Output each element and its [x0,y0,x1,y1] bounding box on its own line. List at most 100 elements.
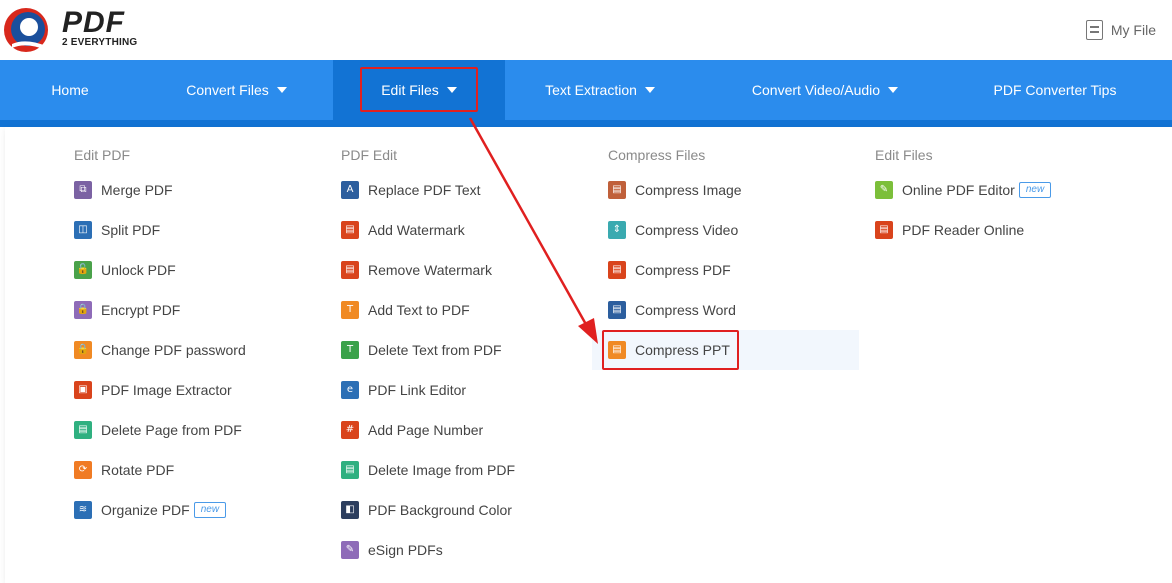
merge-icon: ⧉ [74,181,92,199]
unlock-icon: 🔓 [74,261,92,279]
nav-home-label: Home [51,82,89,98]
menu-item-label: Rotate PDF [101,462,175,478]
menu-item-compress-word[interactable]: ▤ Compress Word [608,290,868,330]
menu-item-compress-image[interactable]: ▤ Compress Image [608,170,868,210]
menu-item-rotate-pdf[interactable]: ⟳ Rotate PDF [74,450,334,490]
menu-item-label: Add Watermark [368,222,465,238]
background-color-icon: ◧ [341,501,359,519]
menu-item-pdf-link-editor[interactable]: e PDF Link Editor [341,370,601,410]
menu-item-label: Online PDF Editor [902,182,1015,198]
menu-item-compress-video[interactable]: ⇕ Compress Video [608,210,868,250]
menu-item-label: PDF Link Editor [368,382,467,398]
menu-item-label: Encrypt PDF [101,302,181,318]
menu-item-add-page-number[interactable]: # Add Page Number [341,410,601,450]
menu-item-organize-pdf[interactable]: ≋ Organize PDF new [74,490,334,530]
delete-image-icon: ▤ [341,461,359,479]
delete-page-icon: ▤ [74,421,92,439]
rotate-icon: ⟳ [74,461,92,479]
menu-item-encrypt-pdf[interactable]: 🔒 Encrypt PDF [74,290,334,330]
menu-item-label: eSign PDFs [368,542,443,558]
nav-text-extraction-label: Text Extraction [545,82,637,98]
menu-item-label: Compress Video [635,222,739,238]
key-lock-icon: 🔒 [74,341,92,359]
chevron-down-icon [276,87,287,93]
menu-item-label: Organize PDF [101,502,190,518]
menu-item-delete-text-from-pdf[interactable]: T Delete Text from PDF [341,330,601,370]
menu-column-title: Compress Files [608,147,706,163]
menu-item-label: Compress Image [635,182,742,198]
compress-word-icon: ▤ [608,301,626,319]
nav-pdf-converter-tips-label: PDF Converter Tips [993,82,1117,98]
nav-text-extraction[interactable]: Text Extraction [505,60,695,120]
nav-convert-video-audio[interactable]: Convert Video/Audio [695,60,955,120]
logo-text: PDF [62,6,125,39]
logo-subtitle: 2 EVERYTHING [62,37,138,48]
menu-item-online-pdf-editor[interactable]: ✎ Online PDF Editor new [875,170,1135,210]
nav-convert-files[interactable]: Convert Files [140,60,333,120]
menu-item-pdf-background-color[interactable]: ◧ PDF Background Color [341,490,601,530]
menu-item-label: Replace PDF Text [368,182,481,198]
nav-pdf-converter-tips[interactable]: PDF Converter Tips [955,60,1155,120]
document-icon [1085,20,1103,40]
nav-convert-files-label: Convert Files [186,82,269,98]
menu-item-label: Remove Watermark [368,262,492,278]
delete-text-icon: T [341,341,359,359]
new-badge: new [1018,182,1052,198]
menu-item-pdf-image-extractor[interactable]: ▣ PDF Image Extractor [74,370,334,410]
menu-item-label: PDF Background Color [368,502,512,518]
menu-item-label: PDF Reader Online [902,222,1025,238]
menu-item-remove-watermark[interactable]: ▤ Remove Watermark [341,250,601,290]
chevron-down-icon [888,87,899,93]
menu-item-add-text-to-pdf[interactable]: T Add Text to PDF [341,290,601,330]
top-header: PDF 2 EVERYTHING My File [0,0,1172,60]
menu-item-delete-page-from-pdf[interactable]: ▤ Delete Page from PDF [74,410,334,450]
menu-column-title: Edit Files [875,147,933,163]
page-number-icon: # [341,421,359,439]
nav-home[interactable]: Home [0,60,140,120]
compress-image-icon: ▤ [608,181,626,199]
menu-item-pdf-reader-online[interactable]: ▤ PDF Reader Online [875,210,1135,250]
replace-text-icon: A [341,181,359,199]
nav-edit-files[interactable]: Edit Files [333,60,505,120]
lock-icon: 🔒 [74,301,92,319]
menu-item-label: Compress PDF [635,262,731,278]
menu-item-label: Split PDF [101,222,161,238]
menu-item-label: Add Page Number [368,422,484,438]
menu-item-compress-ppt[interactable]: ▤ Compress PPT [592,330,859,370]
layers-icon: ≋ [74,501,92,519]
menu-item-merge-pdf[interactable]: ⧉ Merge PDF [74,170,334,210]
menu-item-compress-pdf[interactable]: ▤ Compress PDF [608,250,868,290]
link-icon: e [341,381,359,399]
remove-watermark-icon: ▤ [341,261,359,279]
menu-item-label: Merge PDF [101,182,173,198]
my-file-link[interactable]: My File [1085,20,1156,40]
edit-files-dropdown: Edit PDF ⧉ Merge PDF ◫ Split PDF 🔓 Unlock PDF 🔒… [5,127,1172,583]
menu-item-change-pdf-password[interactable]: 🔒 Change PDF password [74,330,334,370]
new-badge: new [193,502,227,518]
chevron-down-icon [644,87,655,93]
site-logo[interactable]: PDF 2 EVERYTHING [2,4,142,56]
menu-item-delete-image-from-pdf[interactable]: ▤ Delete Image from PDF [341,450,601,490]
menu-item-label: Delete Page from PDF [101,422,242,438]
logo-mark-icon [4,8,48,52]
my-file-label: My File [1110,22,1156,38]
split-icon: ◫ [74,221,92,239]
main-nav: Home Convert Files Edit Files Text Extra… [0,60,1172,120]
online-editor-icon: ✎ [875,181,893,199]
menu-item-add-watermark[interactable]: ▤ Add Watermark [341,210,601,250]
menu-item-label: Unlock PDF [101,262,176,278]
menu-item-label: PDF Image Extractor [101,382,232,398]
chevron-down-icon [446,87,457,93]
add-text-icon: T [341,301,359,319]
menu-item-label: Change PDF password [101,342,246,358]
reader-icon: ▤ [875,221,893,239]
nav-convert-video-audio-label: Convert Video/Audio [751,82,881,98]
compress-pdf-icon: ▤ [608,261,626,279]
menu-item-esign-pdfs[interactable]: ✎ eSign PDFs [341,530,601,570]
menu-item-label: Compress PPT [635,342,730,358]
menu-item-unlock-pdf[interactable]: 🔓 Unlock PDF [74,250,334,290]
menu-item-label: Compress Word [635,302,736,318]
menu-item-replace-pdf-text[interactable]: A Replace PDF Text [341,170,601,210]
menu-item-split-pdf[interactable]: ◫ Split PDF [74,210,334,250]
menu-item-label: Delete Image from PDF [368,462,516,478]
